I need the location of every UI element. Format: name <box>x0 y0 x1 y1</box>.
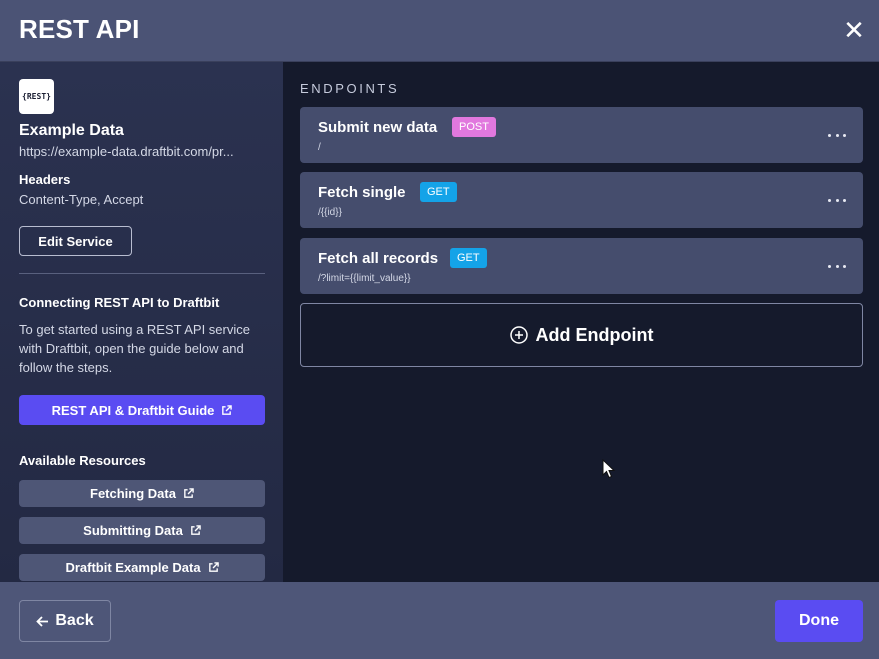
resource-button-fetching[interactable]: Fetching Data <box>19 480 265 507</box>
method-badge: GET <box>450 248 487 268</box>
resource-button-example-data[interactable]: Draftbit Example Data <box>19 554 265 581</box>
more-options-icon[interactable] <box>828 127 846 143</box>
rest-logo-icon: {REST} <box>19 79 54 114</box>
modal-header: REST API ✕ <box>0 0 879 62</box>
endpoint-path: / <box>318 142 321 153</box>
method-badge: POST <box>452 117 496 137</box>
endpoint-path: /{{id}} <box>318 207 342 218</box>
connecting-text: To get started using a REST API service … <box>19 322 250 375</box>
edit-service-button[interactable]: Edit Service <box>19 226 132 256</box>
resource-label: Draftbit Example Data <box>65 560 201 575</box>
endpoint-card[interactable]: Fetch all records GET /?limit={{limit_va… <box>300 238 863 294</box>
guide-button[interactable]: REST API & Draftbit Guide <box>19 395 265 425</box>
endpoint-name: Fetch single <box>318 184 406 201</box>
service-sidebar: {REST} Example Data https://example-data… <box>0 62 283 582</box>
done-button[interactable]: Done <box>775 600 863 642</box>
guide-button-label: REST API & Draftbit Guide <box>51 402 215 418</box>
service-name: Example Data <box>19 122 124 139</box>
sidebar-divider <box>19 273 265 274</box>
headers-label: Headers <box>19 172 71 187</box>
add-endpoint-label: Add Endpoint <box>535 324 654 345</box>
endpoint-name: Fetch all records <box>318 250 439 267</box>
service-url: https://example-data.draftbit.com/pr... <box>19 144 234 159</box>
more-options-icon[interactable] <box>828 258 846 274</box>
resource-button-submitting[interactable]: Submitting Data <box>19 517 265 544</box>
external-link-icon <box>190 525 201 535</box>
external-link-icon <box>184 488 194 498</box>
endpoint-name: Submit new data <box>318 119 438 136</box>
endpoint-card[interactable]: Submit new data POST / <box>300 107 863 163</box>
back-label: Back <box>55 612 94 629</box>
endpoint-path: /?limit={{limit_value}} <box>318 273 411 284</box>
close-icon[interactable]: ✕ <box>843 17 865 43</box>
endpoint-card[interactable]: Fetch single GET /{{id}} <box>300 172 863 228</box>
headers-value: Content-Type, Accept <box>19 192 144 207</box>
modal-footer: Back Done <box>0 582 879 659</box>
resource-label: Submitting Data <box>83 523 183 538</box>
more-options-icon[interactable] <box>828 192 846 208</box>
resources-title: Available Resources <box>19 453 146 468</box>
connecting-title: Connecting REST API to Draftbit <box>19 295 220 310</box>
arrow-left-icon <box>36 615 49 627</box>
method-badge: GET <box>420 182 457 202</box>
endpoints-panel: ENDPOINTS Submit new data POST / Fetch s… <box>283 62 879 582</box>
add-endpoint-button[interactable]: Add Endpoint <box>300 303 863 367</box>
endpoints-title: ENDPOINTS <box>300 81 400 96</box>
modal-title: REST API <box>19 14 140 44</box>
plus-circle-icon <box>509 326 528 344</box>
external-link-icon <box>222 404 233 415</box>
external-link-icon <box>208 562 219 572</box>
resource-label: Fetching Data <box>90 486 176 501</box>
back-button[interactable]: Back <box>19 600 111 642</box>
mouse-cursor-icon <box>602 459 616 479</box>
